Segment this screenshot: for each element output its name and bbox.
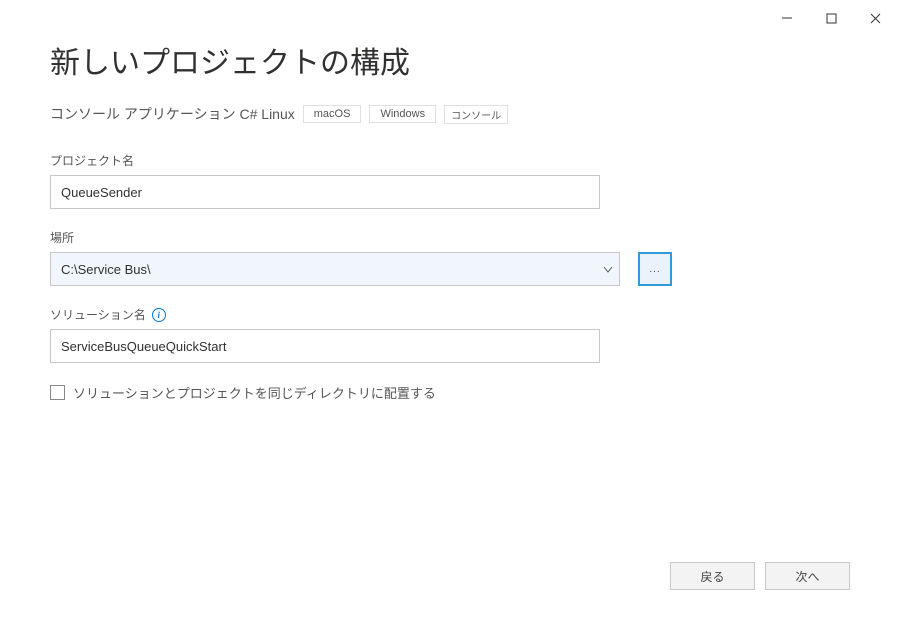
solution-name-label: ソリューション名 — [50, 306, 146, 323]
page-title: 新しいプロジェクトの構成 — [50, 38, 850, 82]
browse-button[interactable]: ... — [638, 252, 672, 286]
same-directory-checkbox[interactable] — [50, 385, 65, 400]
tag-windows: Windows — [369, 105, 436, 123]
template-name-text: コンソール アプリケーション C# Linux — [50, 104, 295, 124]
location-input[interactable] — [50, 252, 620, 286]
minimize-button[interactable] — [776, 7, 798, 29]
next-button[interactable]: 次へ — [765, 562, 850, 590]
maximize-button[interactable] — [820, 7, 842, 29]
solution-name-input[interactable] — [50, 329, 600, 363]
same-directory-label: ソリューションとプロジェクトを同じディレクトリに配置する — [73, 383, 436, 402]
back-button[interactable]: 戻る — [670, 562, 755, 590]
tag-macos: macOS — [303, 105, 362, 123]
window-titlebar — [762, 0, 900, 36]
tag-console: コンソール — [444, 105, 508, 124]
project-template-summary: コンソール アプリケーション C# Linux macOS Windows コン… — [50, 104, 850, 124]
project-name-input[interactable] — [50, 175, 600, 209]
project-name-label: プロジェクト名 — [50, 152, 850, 169]
close-button[interactable] — [864, 7, 886, 29]
location-label: 場所 — [50, 229, 850, 246]
info-icon[interactable]: i — [152, 308, 166, 322]
